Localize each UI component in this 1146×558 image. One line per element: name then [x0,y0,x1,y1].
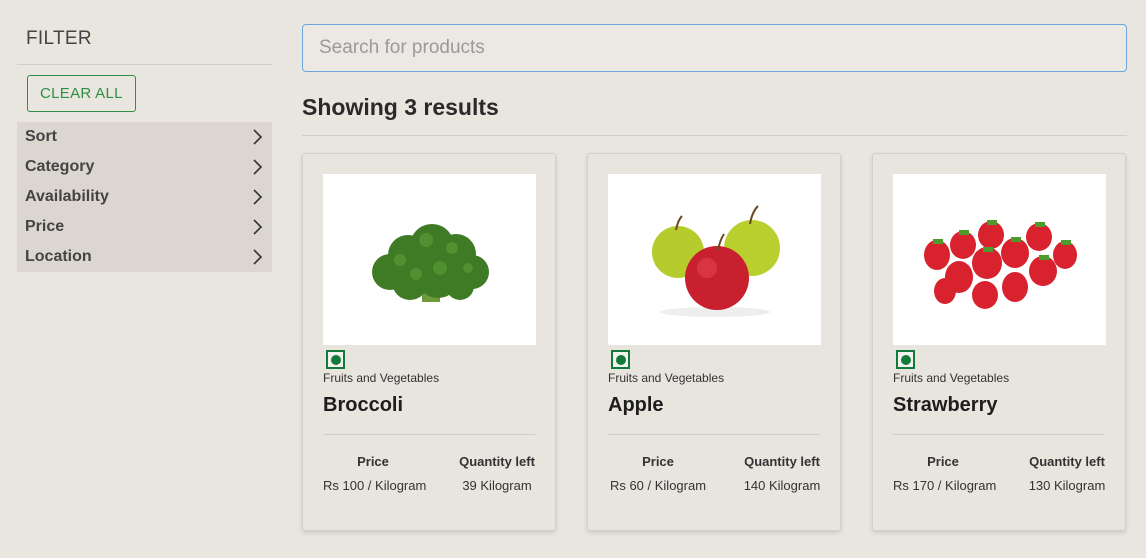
veg-indicator-icon [611,350,630,369]
product-category: Fruits and Vegetables [608,371,725,385]
product-card[interactable]: Fruits and Vegetables Broccoli Price Rs … [302,153,556,531]
filter-item-availability[interactable]: Availability [17,182,272,212]
product-card[interactable]: Fruits and Vegetables Apple Price Rs 60 … [587,153,841,531]
chevron-right-icon [250,158,264,176]
chevron-right-icon [250,188,264,206]
product-card[interactable]: Fruits and Vegetables Strawberry Price R… [872,153,1126,531]
product-name[interactable]: Broccoli [323,394,535,435]
product-grid: Fruits and Vegetables Broccoli Price Rs … [302,153,1127,531]
price-label: Price [642,454,674,469]
filter-item-sort[interactable]: Sort [17,122,272,152]
filter-label: Price [25,218,65,235]
quantity-value: 130 Kilogram [1028,478,1106,493]
product-meta: Price Rs 170 / Kilogram Quantity left 13… [893,454,1105,493]
filter-title: FILTER [17,0,272,65]
search-input[interactable] [319,37,1126,59]
quantity-value: 140 Kilogram [743,478,821,493]
quantity-label: Quantity left [744,454,820,469]
product-image-broccoli [323,174,536,345]
results-heading: Showing 3 results [302,94,1127,136]
filter-label: Category [25,158,95,175]
price-label: Price [927,454,959,469]
product-category: Fruits and Vegetables [323,371,440,385]
filter-sidebar: FILTER CLEAR ALL Sort Category Availabil… [17,0,272,272]
chevron-right-icon [250,128,264,146]
clear-all-button[interactable]: CLEAR ALL [27,75,136,112]
filter-item-location[interactable]: Location [17,242,272,272]
veg-indicator-icon [896,350,915,369]
quantity-label: Quantity left [459,454,535,469]
filter-item-price[interactable]: Price [17,212,272,242]
filter-item-category[interactable]: Category [17,152,272,182]
filter-label: Location [25,248,92,265]
price-value: Rs 100 / Kilogram [323,478,427,493]
filter-label: Availability [25,188,109,205]
chevron-right-icon [250,218,264,236]
product-meta: Price Rs 60 / Kilogram Quantity left 140… [608,454,820,493]
veg-indicator-icon [326,350,345,369]
product-name[interactable]: Apple [608,394,820,435]
filter-list: Sort Category Availability Price Locatio… [17,122,272,272]
search-box[interactable] [302,24,1127,72]
chevron-right-icon [250,248,264,266]
quantity-label: Quantity left [1029,454,1105,469]
main-content: Showing 3 results [302,24,1127,531]
price-label: Price [357,454,389,469]
product-name[interactable]: Strawberry [893,394,1105,435]
filter-label: Sort [25,128,57,145]
product-category: Fruits and Vegetables [893,371,1010,385]
product-image-strawberry [893,174,1106,345]
product-image-apple [608,174,821,345]
quantity-value: 39 Kilogram [462,478,532,493]
product-meta: Price Rs 100 / Kilogram Quantity left 39… [323,454,535,493]
price-value: Rs 60 / Kilogram [609,478,707,493]
price-value: Rs 170 / Kilogram [893,478,997,493]
